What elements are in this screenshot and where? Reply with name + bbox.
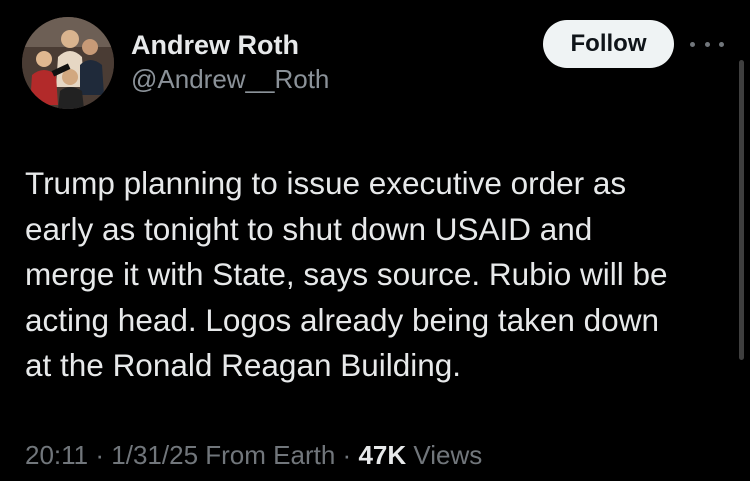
avatar[interactable]	[22, 17, 114, 109]
tweet-source: From Earth	[205, 440, 336, 470]
tweet-metadata: 20:11 · 1/31/25 From Earth · 47K Views	[25, 438, 482, 472]
author-info: Andrew Roth @Andrew__Roth	[131, 28, 329, 96]
tweet-text-line: acting head. Logos already being taken d…	[25, 301, 659, 338]
tweet-text-line: Trump planning to issue executive order …	[25, 165, 627, 201]
tweet-date[interactable]: 1/31/25	[111, 440, 198, 470]
scrollbar[interactable]	[739, 60, 744, 360]
tweet-text-line: early as tonight to shut down USAID and	[25, 210, 593, 247]
separator: ·	[95, 440, 105, 470]
more-dot	[719, 41, 724, 47]
separator: ·	[342, 440, 352, 470]
follow-button[interactable]: Follow	[543, 20, 674, 68]
tweet-text-line: at the Ronald Reagan Building.	[25, 347, 462, 383]
author-handle[interactable]: @Andrew__Roth	[131, 62, 329, 96]
more-dot	[690, 41, 695, 47]
more-dot	[704, 41, 710, 47]
tweet-text: Trump planning to issue executive order …	[25, 161, 725, 389]
tweet-time[interactable]: 20:11	[25, 440, 88, 470]
avatar-image-icon	[22, 17, 114, 109]
views-count[interactable]: 47K	[358, 440, 406, 470]
tweet-text-line: merge it with State, says source. Rubio …	[25, 256, 668, 292]
more-horizontal-icon[interactable]	[690, 36, 724, 52]
author-display-name[interactable]: Andrew Roth	[131, 28, 329, 62]
tweet-card: Andrew Roth @Andrew__Roth Follow Trump p…	[0, 0, 750, 481]
views-label[interactable]: Views	[413, 440, 482, 470]
